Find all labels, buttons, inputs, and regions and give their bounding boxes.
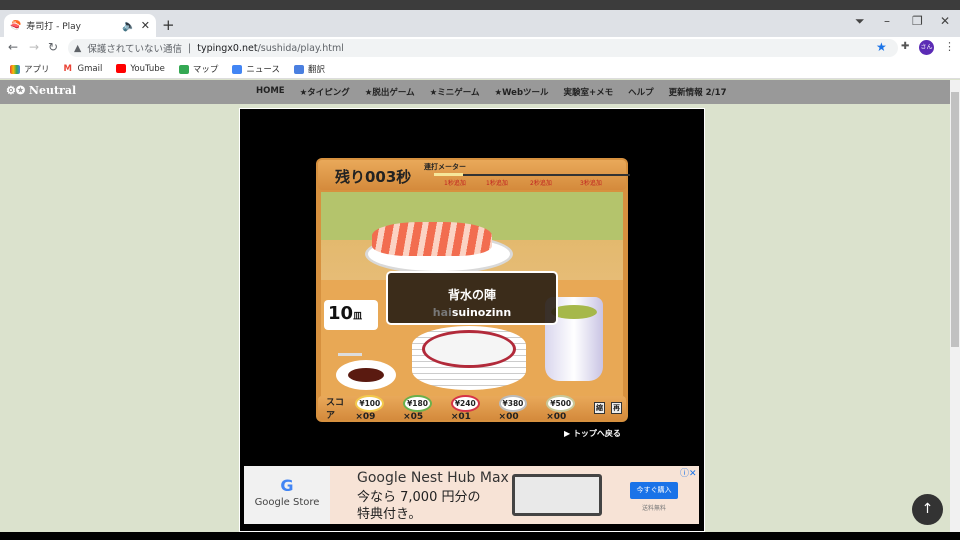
extensions-icon[interactable]: ✚ xyxy=(901,41,909,52)
url-domain: typingx0.net xyxy=(197,42,258,54)
bookmark-gmail[interactable]: M Gmail xyxy=(64,64,103,74)
close-icon[interactable]: ✕ xyxy=(141,19,150,32)
word-japanese: 背水の陣 xyxy=(447,288,496,302)
close-window-button[interactable]: ✕ xyxy=(940,14,950,28)
ad-buy-button[interactable]: 今すぐ購入 xyxy=(630,482,678,499)
typing-word-box: 背水の陣 haisuinozinn xyxy=(386,271,558,325)
plate-price: ¥380 xyxy=(498,394,528,412)
menu-home[interactable]: HOME xyxy=(256,86,285,98)
score-item: ¥380×00 xyxy=(498,394,541,422)
ad-product-image xyxy=(512,474,602,516)
menu-lab[interactable]: 実験室+メモ xyxy=(564,86,614,98)
menu-minigame[interactable]: ★ミニゲーム xyxy=(430,86,480,98)
menu-icon[interactable]: ⋮ xyxy=(944,40,955,53)
menu-updates[interactable]: 更新情報 2/17 xyxy=(669,86,727,98)
soy-sauce-dish xyxy=(336,360,396,390)
plate-price: ¥240 xyxy=(450,394,480,412)
combo-meter-fill xyxy=(434,173,464,176)
bonus-label: 1秒追加 xyxy=(486,180,508,187)
score-label: スコア xyxy=(326,398,345,421)
bonus-label: 3秒追加 xyxy=(580,180,602,187)
google-logo-icon: G xyxy=(280,476,294,495)
shrink-icon[interactable]: 縮 xyxy=(594,402,605,414)
bookmark-youtube[interactable]: YouTube xyxy=(116,63,165,74)
plate-count-value: ×05 xyxy=(403,411,424,422)
url-path: /sushida/play.html xyxy=(257,42,344,54)
ad-headline[interactable]: Google Nest Hub Max xyxy=(357,470,509,486)
bookmark-maps[interactable]: マップ xyxy=(178,63,218,75)
word-romaji: haisuinozinn xyxy=(432,306,512,319)
new-tab-button[interactable]: + xyxy=(162,16,175,34)
menu-help[interactable]: ヘルプ xyxy=(628,86,654,98)
menu-webtool[interactable]: ★Webツール xyxy=(494,86,548,98)
combo-meter xyxy=(434,174,630,176)
bonus-label: 1秒追加 xyxy=(444,180,466,187)
site-menu: HOME ★タイピング ★脱出ゲーム ★ミニゲーム ★Webツール 実験室+メモ… xyxy=(256,86,726,98)
sushi-favicon: 🍣 xyxy=(10,20,22,31)
score-list: ¥100×09 ¥180×05 ¥240×01 ¥380×00 ¥500×00 xyxy=(355,394,588,422)
replay-icon[interactable]: 再 xyxy=(611,402,622,414)
plate-price: ¥500 xyxy=(546,394,576,412)
plate-count-value: ×00 xyxy=(498,411,519,422)
bookmark-news[interactable]: ニュース xyxy=(232,63,280,75)
restore-button[interactable]: ❐ xyxy=(912,14,923,28)
score-item: ¥180×05 xyxy=(403,394,445,422)
address-bar[interactable]: ▲ 保護されていない通信 | typingx0.net/sushida/play… xyxy=(68,39,898,57)
divider: | xyxy=(188,42,192,54)
taskbar-edge xyxy=(0,532,960,540)
forward-icon[interactable]: → xyxy=(29,40,39,54)
bonus-label: 2秒追加 xyxy=(530,180,552,187)
score-item: ¥100×09 xyxy=(355,394,397,422)
bookmark-apps[interactable]: アプリ xyxy=(10,63,50,75)
menu-typing[interactable]: ★タイピング xyxy=(300,86,350,98)
glass xyxy=(338,326,362,356)
bookmarks-bar: アプリ M Gmail YouTube マップ ニュース 翻訳 xyxy=(0,59,960,79)
scrollbar-thumb[interactable] xyxy=(951,92,959,347)
window-frame xyxy=(0,0,960,10)
tab-search-icon[interactable]: ⏷ xyxy=(855,14,865,29)
warning-icon: ▲ xyxy=(74,42,82,54)
plate-stack xyxy=(412,326,526,390)
site-logo[interactable]: ⚙✪ Neutral xyxy=(6,84,76,97)
ad-close-icon[interactable]: ⓘ✕ xyxy=(680,466,697,479)
plate-price: ¥180 xyxy=(403,394,432,412)
minimize-button[interactable]: – xyxy=(884,14,890,28)
browser-tab[interactable]: 🍣 寿司打 - Play 🔈 ✕ xyxy=(4,14,156,37)
security-label: 保護されていない通信 xyxy=(87,44,183,55)
score-item: ¥240×01 xyxy=(450,394,493,422)
plate-count: 10皿 xyxy=(324,300,378,330)
time-remaining: 残り003秒 xyxy=(335,168,412,186)
plate-price: ¥100 xyxy=(355,394,385,412)
back-to-top-link[interactable]: ▶ トップへ戻る xyxy=(564,428,621,439)
profile-avatar[interactable]: さん xyxy=(919,40,934,55)
ad-subtext: 送料無料 xyxy=(642,505,667,512)
plate-count-value: ×01 xyxy=(450,411,471,422)
scroll-to-top-button[interactable]: ↑ xyxy=(912,494,943,525)
bookmark-translate[interactable]: 翻訳 xyxy=(294,63,325,75)
meter-label: 連打メーター xyxy=(424,163,466,171)
back-icon[interactable]: ← xyxy=(8,40,18,54)
score-bar: スコア ¥100×09 ¥180×05 ¥240×01 ¥380×00 ¥500×00 … xyxy=(318,394,626,422)
reload-icon[interactable]: ↻ xyxy=(48,40,58,54)
ad-text: 今なら 7,000 円分の 特典付き。 xyxy=(357,490,481,522)
speaker-icon[interactable]: 🔈 xyxy=(122,19,136,32)
score-item: ¥500×00 xyxy=(546,394,588,422)
ad-brand[interactable]: G Google Store xyxy=(244,466,330,524)
menu-escape[interactable]: ★脱出ゲーム xyxy=(365,86,415,98)
plate-count-value: ×00 xyxy=(546,411,567,422)
plate-count-value: ×09 xyxy=(355,411,376,422)
shrimp-sushi xyxy=(372,222,492,256)
tab-title: 寿司打 - Play xyxy=(26,22,81,32)
bookmark-star-icon[interactable]: ★ xyxy=(876,40,887,54)
